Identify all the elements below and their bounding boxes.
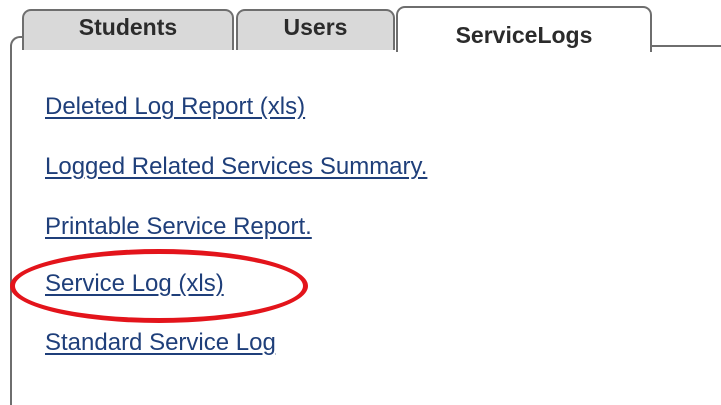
printable-service-report-link[interactable]: Printable Service Report. xyxy=(45,213,312,241)
standard-service-log-link[interactable]: Standard Service Log xyxy=(45,329,276,357)
deleted-log-report-link[interactable]: Deleted Log Report (xls) xyxy=(45,93,305,121)
panel-border-top xyxy=(650,45,721,47)
panel-border-left xyxy=(10,45,12,405)
panel-border-corner xyxy=(10,36,24,50)
tab-servicelogs-label: ServiceLogs xyxy=(455,22,593,48)
service-log-xls-link[interactable]: Service Log (xls) xyxy=(45,270,224,298)
report-links-panel: Deleted Log Report (xls) Logged Related … xyxy=(45,0,645,405)
logged-related-services-summary-link[interactable]: Logged Related Services Summary. xyxy=(45,153,427,181)
tab-servicelogs[interactable]: ServiceLogs xyxy=(396,6,652,52)
